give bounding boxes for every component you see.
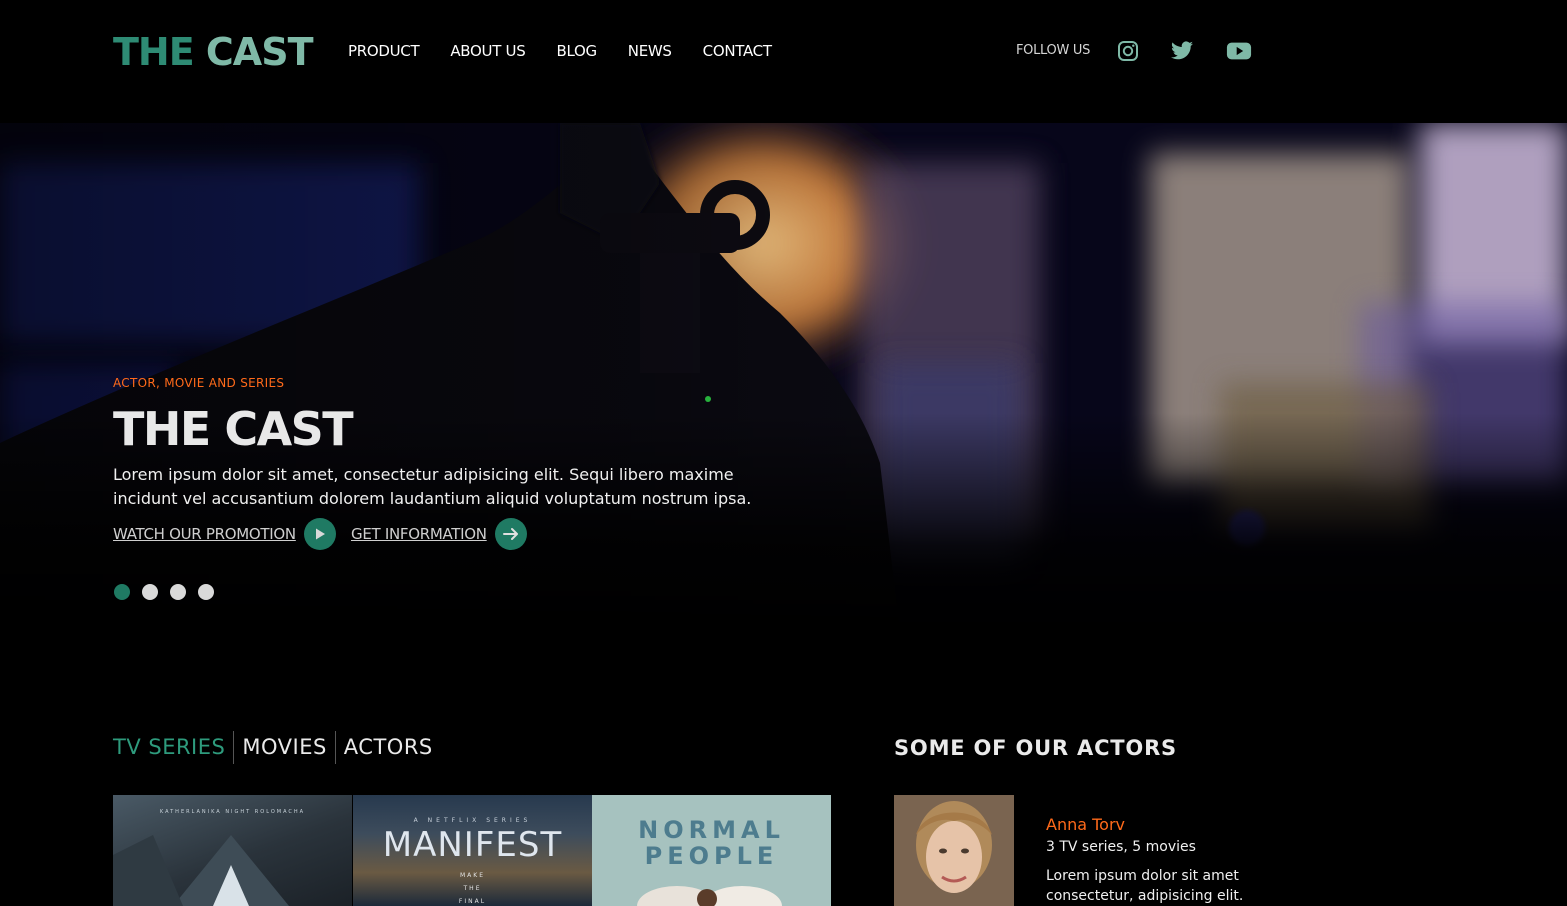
nav-contact[interactable]: CONTACT xyxy=(703,42,772,60)
actor-meta: 3 TV series, 5 movies xyxy=(1046,839,1196,855)
tab-divider xyxy=(233,731,235,764)
nav-news[interactable]: NEWS xyxy=(628,42,672,60)
tab-divider xyxy=(334,731,336,764)
hero-slider: ACTOR, MOVIE AND SERIES THE CAST Lorem i… xyxy=(0,123,1567,633)
poster-card[interactable]: A NETFLIX SERIES MANIFEST MAKE THE FINAL xyxy=(353,795,592,906)
actor-description: Lorem ipsum dolor sit amet consectetur, … xyxy=(1046,868,1244,904)
logo-part-2: CAST xyxy=(205,30,314,74)
logo-part-1: THE xyxy=(113,30,206,74)
poster-title: MANIFEST xyxy=(382,825,563,865)
get-information-label: GET INFORMATION xyxy=(351,525,487,543)
tab-actors[interactable]: ACTORS xyxy=(344,731,433,764)
poster-tagline-1: MAKE xyxy=(459,872,485,879)
site-header: THE CAST PRODUCT ABOUT US BLOG NEWS CONT… xyxy=(0,0,1567,123)
tab-tv-series[interactable]: TV SERIES xyxy=(113,731,225,764)
watch-promotion-button[interactable]: WATCH OUR PROMOTION xyxy=(113,518,336,550)
instagram-icon[interactable] xyxy=(1115,38,1141,64)
actors-section-title: SOME OF OUR ACTORS xyxy=(894,736,1177,760)
actor-photo[interactable] xyxy=(894,795,1014,906)
poster-small-text: A NETFLIX SERIES xyxy=(413,817,532,824)
nav-about-us[interactable]: ABOUT US xyxy=(450,42,525,60)
site-logo[interactable]: THE CAST xyxy=(113,30,314,74)
poster-card[interactable]: NORMAL PEOPLE xyxy=(592,795,831,906)
poster-art xyxy=(113,835,289,906)
tab-movies[interactable]: MOVIES xyxy=(242,731,326,764)
twitter-icon[interactable] xyxy=(1169,38,1195,64)
slider-dots xyxy=(114,584,214,600)
nav-blog[interactable]: BLOG xyxy=(556,42,597,60)
hero-eyebrow: ACTOR, MOVIE AND SERIES xyxy=(113,376,285,390)
slider-dot-1[interactable] xyxy=(114,584,130,600)
actor-portrait xyxy=(894,795,1014,906)
nav-product[interactable]: PRODUCT xyxy=(348,42,420,60)
category-tabs: TV SERIES MOVIES ACTORS xyxy=(113,731,433,764)
poster-tagline-3: FINAL xyxy=(458,898,487,905)
slider-dot-4[interactable] xyxy=(198,584,214,600)
follow-us-label: FOLLOW US xyxy=(1016,43,1091,58)
slider-dot-3[interactable] xyxy=(170,584,186,600)
poster-art xyxy=(637,886,782,906)
watch-promotion-label: WATCH OUR PROMOTION xyxy=(113,525,296,543)
hero-title: THE CAST xyxy=(113,402,354,456)
main-nav: PRODUCT ABOUT US BLOG NEWS CONTACT xyxy=(348,42,803,60)
youtube-icon[interactable] xyxy=(1226,38,1252,64)
poster-tagline-2: THE xyxy=(463,885,482,892)
hero-description: Lorem ipsum dolor sit amet, consectetur … xyxy=(113,465,752,508)
slider-dot-2[interactable] xyxy=(142,584,158,600)
get-information-button[interactable]: GET INFORMATION xyxy=(351,518,527,550)
actor-name[interactable]: Anna Torv xyxy=(1046,814,1125,836)
arrow-right-icon xyxy=(494,518,527,550)
poster-card[interactable]: KATHERLANIKA NIGHT ROLOMACHA xyxy=(113,795,352,906)
play-icon xyxy=(303,518,336,550)
